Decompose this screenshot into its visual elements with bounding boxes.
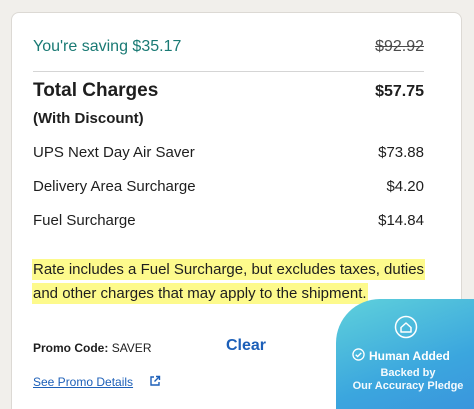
line-item: Delivery Area Surcharge $4.20 [33,178,424,195]
line-item: Fuel Surcharge $14.84 [33,212,424,229]
line-item-label: Delivery Area Surcharge [33,178,196,195]
line-item-value: $73.88 [378,144,424,161]
external-link-icon[interactable] [149,374,161,392]
promo-code: Promo Code: SAVER [33,341,151,355]
total-value: $57.75 [375,83,424,100]
badge-subtitle: Backed by Our Accuracy Pledge [336,367,474,393]
savings-label: You're saving $35.17 [33,38,182,55]
line-item-value: $14.84 [378,212,424,229]
badge-subtitle-line: Our Accuracy Pledge [352,380,464,392]
line-item-label: UPS Next Day Air Saver [33,144,195,161]
divider [33,71,424,72]
original-price: $92.92 [375,38,424,55]
line-item-value: $4.20 [386,178,424,195]
badge-subtitle-line: Backed by [380,367,436,379]
total-sublabel: (With Discount) [33,110,144,127]
savings-row: You're saving $35.17 $92.92 [33,38,424,56]
accuracy-pledge-badge: Human Added Backed by Our Accuracy Pledg… [336,299,474,409]
promo-code-label: Promo Code: [33,341,109,355]
rate-note-text: Rate includes a Fuel Surcharge, but excl… [32,259,426,304]
badge-title-text: Human Added [369,349,450,363]
badge-title: Human Added [352,348,450,364]
line-item: UPS Next Day Air Saver $73.88 [33,144,424,161]
clear-promo-button[interactable]: Clear [226,337,266,355]
total-label: Total Charges [33,80,159,101]
home-shield-icon [394,315,418,344]
line-item-label: Fuel Surcharge [33,212,136,229]
check-circle-icon [352,348,365,364]
promo-code-value: SAVER [111,341,152,355]
promo-details-link[interactable]: See Promo Details [33,375,133,389]
total-row: Total Charges $57.75 [33,80,424,102]
